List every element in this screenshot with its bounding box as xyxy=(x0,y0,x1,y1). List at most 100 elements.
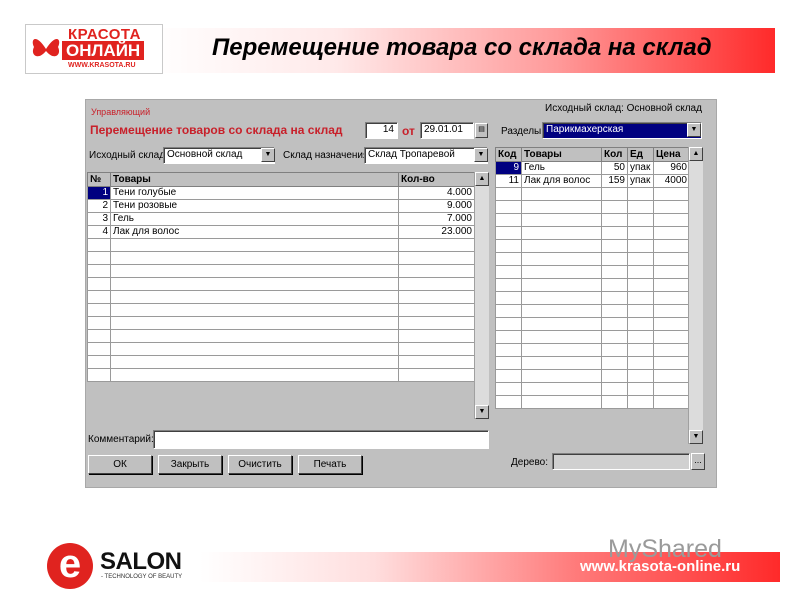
table-row[interactable]: 9 Гель 50 упак 960 xyxy=(495,161,690,175)
clear-button[interactable]: Очистить xyxy=(228,455,292,474)
stock-scrollbar[interactable]: ▲ ▼ xyxy=(688,147,703,444)
doc-date-field[interactable]: 29.01.01 xyxy=(420,122,474,139)
item-code xyxy=(495,291,522,305)
item-name xyxy=(110,355,399,369)
table-row[interactable] xyxy=(495,200,690,214)
item-name xyxy=(521,304,602,318)
item-price xyxy=(653,252,690,266)
tree-browse-button[interactable]: ... xyxy=(691,453,705,470)
item-code xyxy=(495,317,522,331)
print-button[interactable]: Печать xyxy=(298,455,362,474)
src-warehouse-select[interactable]: Основной склад xyxy=(163,147,275,164)
table-row[interactable] xyxy=(87,342,475,356)
table-row[interactable] xyxy=(495,265,690,279)
col-code[interactable]: Код xyxy=(495,147,522,162)
doc-number-field[interactable]: 14 xyxy=(365,122,398,139)
item-price: 960 xyxy=(653,161,690,175)
salon-logo-icon: e xyxy=(47,543,93,589)
item-qty xyxy=(601,213,628,227)
table-row[interactable] xyxy=(495,226,690,240)
table-row[interactable] xyxy=(495,317,690,331)
scroll-up-button[interactable]: ▲ xyxy=(689,147,703,161)
table-row[interactable] xyxy=(495,382,690,396)
item-qty: 9.000 xyxy=(398,199,475,213)
table-row[interactable] xyxy=(87,355,475,369)
dst-warehouse-select[interactable]: Склад Тропаревой xyxy=(364,147,488,164)
table-row[interactable] xyxy=(495,356,690,370)
ok-button[interactable]: ОК xyxy=(88,455,152,474)
table-row[interactable] xyxy=(87,303,475,317)
items-scrollbar[interactable]: ▲ ▼ xyxy=(474,172,489,419)
col-items[interactable]: Товары xyxy=(110,172,399,187)
item-unit xyxy=(627,226,654,240)
table-row[interactable] xyxy=(87,238,475,252)
col-items[interactable]: Товары xyxy=(521,147,602,162)
scroll-down-button[interactable]: ▼ xyxy=(689,430,703,444)
item-name xyxy=(521,343,602,357)
col-unit[interactable]: Ед xyxy=(627,147,654,162)
src-warehouse-dropdown[interactable]: ▼ xyxy=(261,148,275,162)
table-row[interactable] xyxy=(87,277,475,291)
table-row[interactable] xyxy=(87,368,475,382)
item-name xyxy=(521,317,602,331)
item-unit xyxy=(627,265,654,279)
table-row[interactable] xyxy=(495,239,690,253)
comment-input[interactable] xyxy=(153,430,489,449)
table-row[interactable] xyxy=(495,278,690,292)
sections-select[interactable]: Парикмахерская xyxy=(542,122,702,139)
table-row[interactable]: 3 Гель 7.000 xyxy=(87,212,475,226)
table-row[interactable] xyxy=(87,251,475,265)
item-code xyxy=(495,369,522,383)
tree-field[interactable] xyxy=(552,453,690,470)
table-row[interactable] xyxy=(87,290,475,304)
item-name xyxy=(521,213,602,227)
item-qty xyxy=(398,277,475,291)
item-name xyxy=(110,303,399,317)
table-row[interactable] xyxy=(495,213,690,227)
table-row[interactable] xyxy=(495,252,690,266)
table-row[interactable]: 4 Лак для волос 23.000 xyxy=(87,225,475,239)
src-warehouse-label: Исходный склад: xyxy=(89,150,168,161)
item-qty xyxy=(601,369,628,383)
col-price[interactable]: Цена xyxy=(653,147,690,162)
table-row[interactable] xyxy=(495,369,690,383)
table-row[interactable] xyxy=(87,264,475,278)
scroll-up-button[interactable]: ▲ xyxy=(475,172,489,186)
item-qty xyxy=(398,238,475,252)
sections-dropdown[interactable]: ▼ xyxy=(687,123,701,137)
item-unit xyxy=(627,213,654,227)
item-qty: 7.000 xyxy=(398,212,475,226)
table-row[interactable] xyxy=(495,343,690,357)
table-row[interactable] xyxy=(87,329,475,343)
item-price xyxy=(653,395,690,409)
item-name xyxy=(521,291,602,305)
table-row[interactable] xyxy=(495,304,690,318)
table-row[interactable] xyxy=(495,291,690,305)
table-row[interactable]: 2 Тени розовые 9.000 xyxy=(87,199,475,213)
calendar-button[interactable]: ▤ xyxy=(475,123,488,138)
table-row[interactable] xyxy=(495,187,690,201)
item-qty xyxy=(601,395,628,409)
chevron-down-icon: ▼ xyxy=(690,126,698,133)
table-row[interactable] xyxy=(495,330,690,344)
table-row[interactable] xyxy=(495,395,690,409)
footer-url[interactable]: www.krasota-online.ru xyxy=(580,558,740,575)
item-unit xyxy=(627,330,654,344)
col-number[interactable]: № xyxy=(87,172,111,187)
col-qty[interactable]: Кол xyxy=(601,147,628,162)
item-qty xyxy=(601,252,628,266)
item-code xyxy=(495,304,522,318)
row-number xyxy=(87,264,111,278)
table-row[interactable]: 11 Лак для волос 159 упак 4000 xyxy=(495,174,690,188)
item-code xyxy=(495,226,522,240)
table-row[interactable]: 1 Тени голубые 4.000 xyxy=(87,186,475,200)
item-code xyxy=(495,395,522,409)
dst-warehouse-dropdown[interactable]: ▼ xyxy=(474,148,488,162)
item-name xyxy=(521,252,602,266)
table-row[interactable] xyxy=(87,316,475,330)
scroll-down-button[interactable]: ▼ xyxy=(475,405,489,419)
item-price xyxy=(653,187,690,201)
item-price xyxy=(653,343,690,357)
col-qty[interactable]: Кол-во xyxy=(398,172,475,187)
close-button[interactable]: Закрыть xyxy=(158,455,222,474)
